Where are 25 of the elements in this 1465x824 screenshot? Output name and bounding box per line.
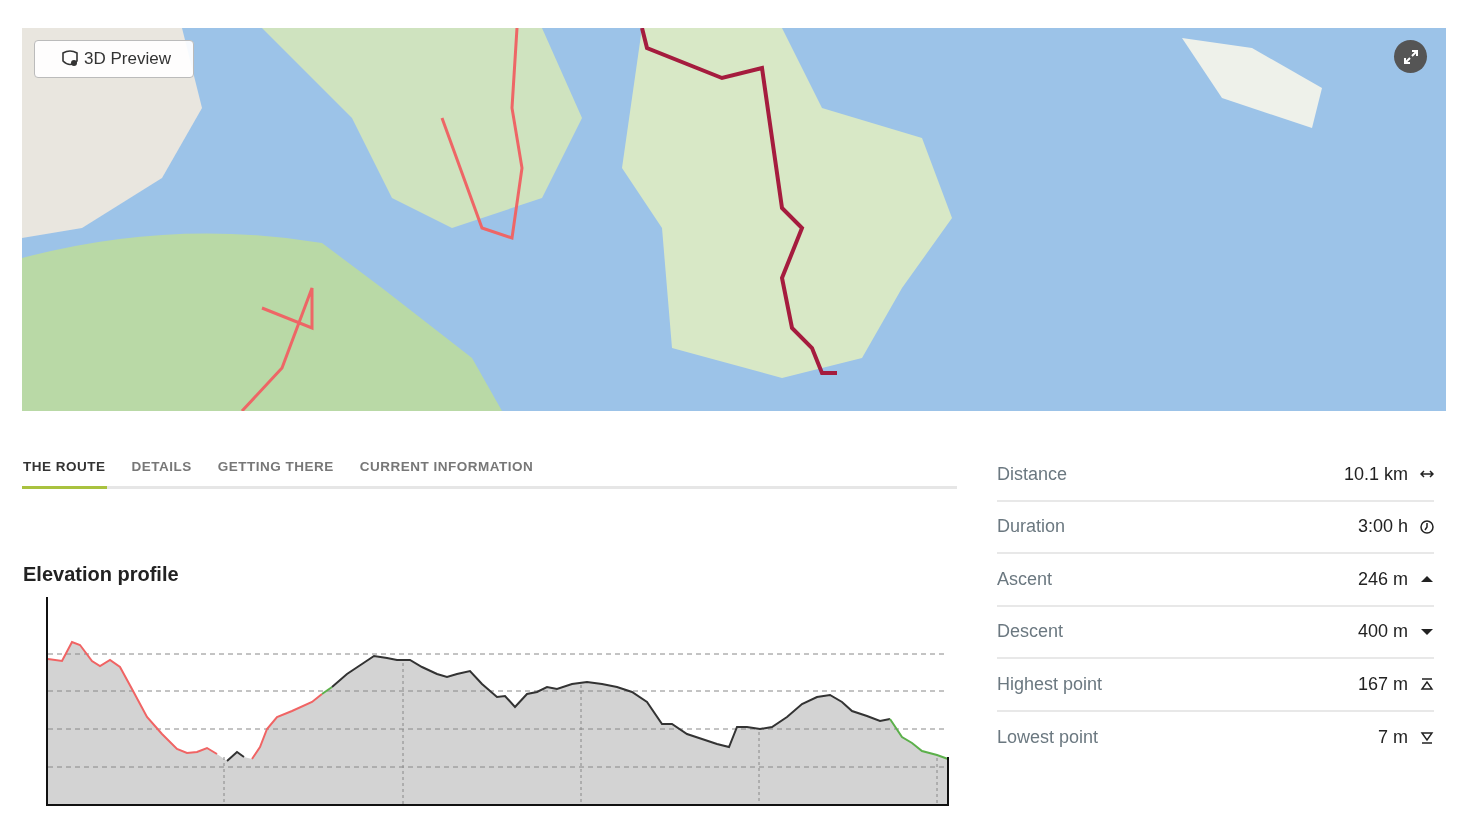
section-title: Elevation profile (23, 562, 180, 588)
tab[interactable]: THE ROUTE (22, 445, 107, 490)
stat-value: 3:00 h (1357, 515, 1408, 539)
stat-label: Descent (997, 620, 1065, 644)
peak-icon (1420, 677, 1434, 692)
clock-icon (1420, 519, 1434, 534)
expand-icon (1403, 49, 1418, 64)
tab[interactable]: DETAILS (130, 445, 193, 490)
map[interactable]: 3D Preview (22, 28, 1446, 411)
3d-preview-button[interactable]: 3D Preview (34, 40, 194, 78)
tab[interactable]: CURRENT INFORMATION (358, 445, 535, 490)
badge-icon (60, 48, 80, 69)
stat-label: Distance (997, 462, 1069, 486)
stat-value: 246 m (1357, 567, 1408, 591)
stat-value: 400 m (1357, 620, 1408, 644)
valley-icon (1420, 730, 1434, 745)
stat-value: 167 m (1357, 672, 1408, 696)
stat-label: Duration (997, 515, 1067, 539)
stat-label: Ascent (997, 567, 1054, 591)
stat-value: 10.1 km (1343, 462, 1408, 486)
stat-label: Lowest point (997, 726, 1100, 750)
stat-label: Highest point (997, 672, 1104, 696)
tab[interactable]: GETTING THERE (216, 445, 335, 490)
stat-value: 7 m (1378, 726, 1408, 750)
fullscreen-button[interactable] (1394, 40, 1427, 73)
